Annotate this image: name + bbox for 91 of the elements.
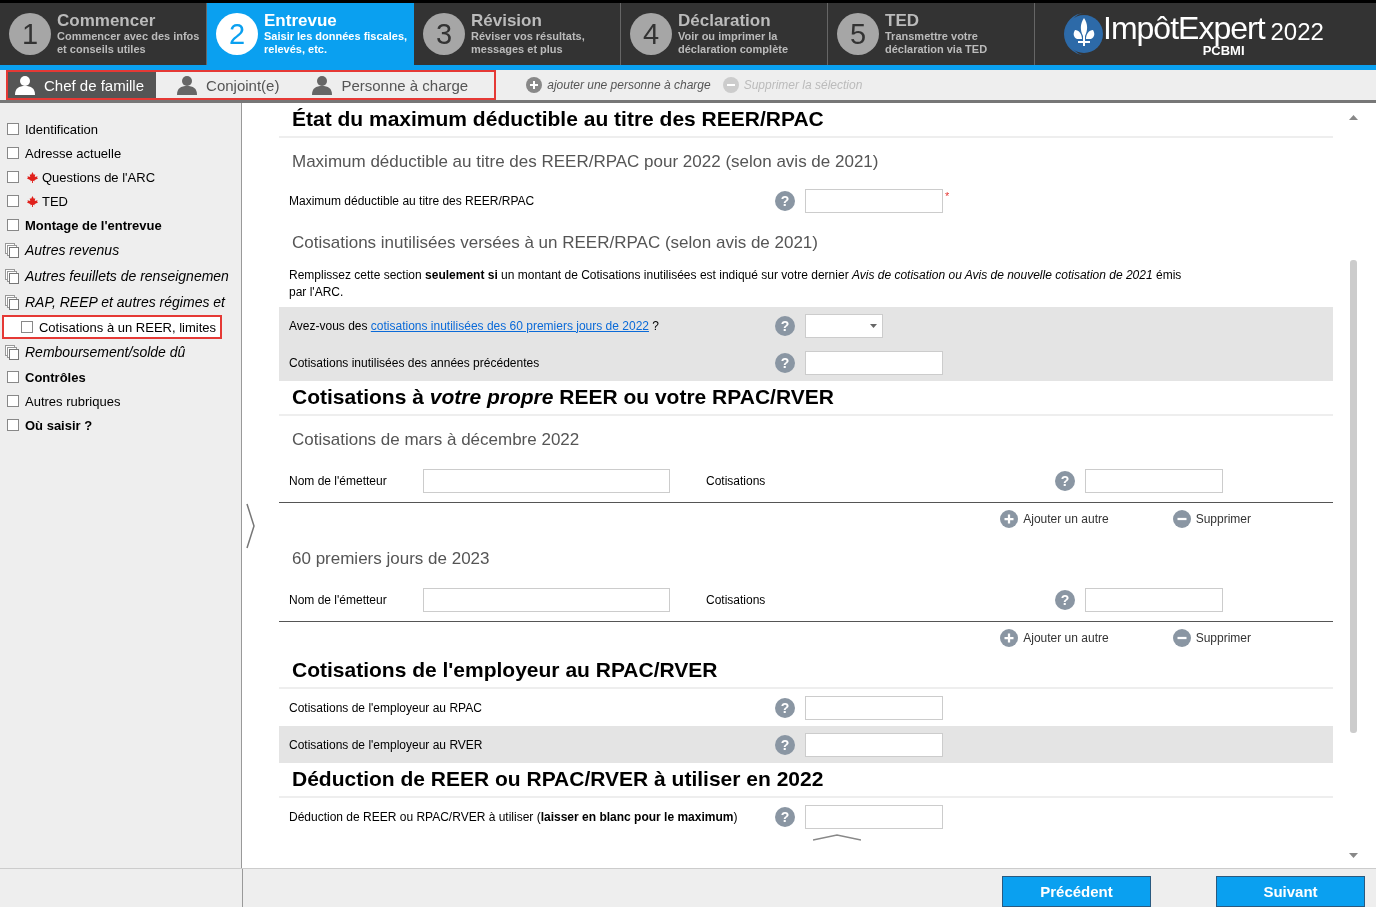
sidebar-item[interactable]: TED bbox=[0, 189, 241, 213]
input-field[interactable] bbox=[1085, 469, 1223, 493]
input-field[interactable] bbox=[423, 469, 670, 493]
field-label: Maximum déductible au titre des REER/RPAC bbox=[289, 193, 536, 208]
copies-icon bbox=[5, 344, 19, 360]
input-field[interactable] bbox=[805, 804, 943, 829]
sidebar-item[interactable]: Remboursement/solde dû bbox=[0, 339, 241, 365]
subsection-title: Cotisations inutilisées versées à un REER/RPAC (selon avis de 2021) bbox=[291, 232, 819, 254]
checkbox-icon bbox=[7, 371, 19, 383]
field-label: Nom de l'émetteur bbox=[289, 593, 388, 607]
add-link[interactable]: Ajouter un autre bbox=[1000, 629, 1109, 647]
sidebar-item[interactable]: Autres rubriques bbox=[0, 389, 241, 413]
remove-link[interactable]: Supprimer bbox=[1172, 629, 1251, 647]
sidebar-item[interactable]: Questions de l'ARC bbox=[0, 165, 241, 189]
checkbox-icon bbox=[7, 123, 19, 135]
input-field[interactable] bbox=[1085, 588, 1223, 612]
step-tab[interactable]: 3 Révision Réviser vos résultats, messages et plus bbox=[414, 3, 621, 65]
sidebar-item[interactable]: RAP, REEP et autres régimes et bbox=[0, 289, 241, 315]
add-link[interactable]: Ajouter un autre bbox=[1000, 510, 1109, 528]
caret-icon bbox=[813, 834, 861, 841]
sidebar-item[interactable]: Où saisir ? bbox=[0, 413, 241, 437]
step-number: 3 bbox=[423, 13, 465, 55]
link[interactable]: cotisations inutilisées des 60 premiers jours de 2022 bbox=[370, 318, 649, 333]
step-number: 4 bbox=[630, 13, 672, 55]
maple-leaf-icon bbox=[27, 171, 38, 183]
checkbox-icon bbox=[7, 395, 19, 407]
field-label: Cotisations de l'employeur au RPAC bbox=[289, 700, 483, 715]
sidebar-item[interactable]: Contrôles bbox=[0, 365, 241, 389]
copies-icon bbox=[5, 294, 19, 310]
sidebar-item[interactable]: Autres revenus bbox=[0, 237, 241, 263]
plus-icon bbox=[526, 77, 543, 93]
person-icon bbox=[14, 75, 36, 95]
field-label: Nom de l'émetteur bbox=[289, 474, 388, 488]
step-number: 2 bbox=[216, 13, 258, 55]
dropdown[interactable] bbox=[805, 313, 883, 338]
person-tab[interactable]: Chef de famille bbox=[8, 72, 157, 98]
person-tab[interactable]: Personne à charge bbox=[305, 72, 481, 98]
scroll-up-icon[interactable] bbox=[1348, 115, 1358, 120]
copies-icon bbox=[5, 242, 19, 258]
input-field[interactable] bbox=[805, 695, 943, 720]
plus-icon bbox=[1000, 510, 1019, 528]
checkbox-icon bbox=[7, 219, 19, 231]
subsection-title: Cotisations de mars à décembre 2022 bbox=[291, 429, 581, 451]
collapse-handle-icon[interactable] bbox=[246, 503, 256, 549]
sidebar-item[interactable]: Montage de l'entrevue bbox=[0, 213, 241, 237]
minus-icon bbox=[722, 77, 739, 93]
person-icon bbox=[176, 75, 199, 95]
copies-icon bbox=[5, 268, 19, 284]
sidebar-item[interactable]: Autres feuillets de renseignemen bbox=[0, 263, 241, 289]
input-field[interactable] bbox=[805, 188, 943, 213]
person-icon bbox=[311, 75, 334, 95]
section-title: Cotisations à votre propre REER ou votre RPAC/RVER bbox=[279, 381, 1333, 416]
step-tab[interactable]: 5 TED Transmettre votre déclaration via TED bbox=[828, 3, 1035, 65]
sidebar-item[interactable]: Identification bbox=[0, 117, 241, 141]
input-field[interactable] bbox=[805, 732, 943, 757]
subsection-title: 60 premiers jours de 2023 bbox=[291, 548, 491, 570]
checkbox-icon bbox=[21, 321, 33, 333]
step-number: 1 bbox=[9, 13, 51, 55]
checkbox-icon bbox=[7, 419, 19, 431]
field-label: Cotisations inutilisées des années précédentes bbox=[289, 355, 541, 370]
logo-year: 2022 bbox=[1270, 18, 1324, 46]
sidebar-item[interactable]: Cotisations à un REER, limites bbox=[2, 315, 222, 339]
required-mark: * bbox=[945, 190, 950, 202]
field-label: Avez-vous des cotisations inutilisées des 60 premiers jours de 2022 ? bbox=[289, 318, 660, 333]
input-field[interactable] bbox=[805, 350, 943, 375]
section-title: État du maximum déductible au titre des REER/RPAC bbox=[279, 103, 1333, 138]
scroll-down-icon[interactable] bbox=[1348, 853, 1358, 858]
remove-link[interactable]: Supprimer bbox=[1172, 510, 1251, 528]
field-label: Cotisations bbox=[706, 593, 767, 607]
minus-icon bbox=[1172, 629, 1191, 647]
subsection-title: Maximum déductible au titre des REER/RPAC pour 2022 (selon avis de 2021) bbox=[291, 151, 880, 173]
checkbox-icon bbox=[7, 195, 19, 207]
person-tab[interactable]: Conjoint(e) bbox=[170, 72, 292, 98]
maple-leaf-icon bbox=[27, 195, 38, 207]
sidebar-item[interactable]: Adresse actuelle bbox=[0, 141, 241, 165]
caret-icon bbox=[870, 323, 877, 328]
plus-icon bbox=[1000, 629, 1019, 647]
instruction-text: Remplissez cette section seulement si un montant de Cotisations inutilisées est indiqué sur votre dernier Avis de cotisation ou Avis de nouvelle cotisation de 2021 émis par l'ARC. bbox=[288, 267, 1183, 301]
step-tab[interactable]: 1 Commencer Commencer avec des infos et conseils utiles bbox=[0, 3, 207, 65]
minus-icon bbox=[1172, 510, 1191, 528]
step-tab[interactable]: 4 Déclaration Voir ou imprimer la déclaration complète bbox=[621, 3, 828, 65]
step-number: 5 bbox=[837, 13, 879, 55]
input-field[interactable] bbox=[423, 588, 670, 612]
checkbox-icon bbox=[7, 147, 19, 159]
field-label: Cotisations bbox=[706, 474, 767, 488]
fleur-de-lis-logo-icon bbox=[1063, 12, 1105, 56]
field-label: Cotisations de l'employeur au RVER bbox=[289, 737, 484, 752]
field-label: Déduction de REER ou RPAC/RVER à utiliser (laisser en blanc pour le maximum) bbox=[289, 809, 739, 824]
person-action-link[interactable]: ajouter une personne à charge bbox=[526, 77, 711, 93]
checkbox-icon bbox=[7, 171, 19, 183]
logo-text: ImpôtExpert bbox=[1103, 11, 1265, 44]
